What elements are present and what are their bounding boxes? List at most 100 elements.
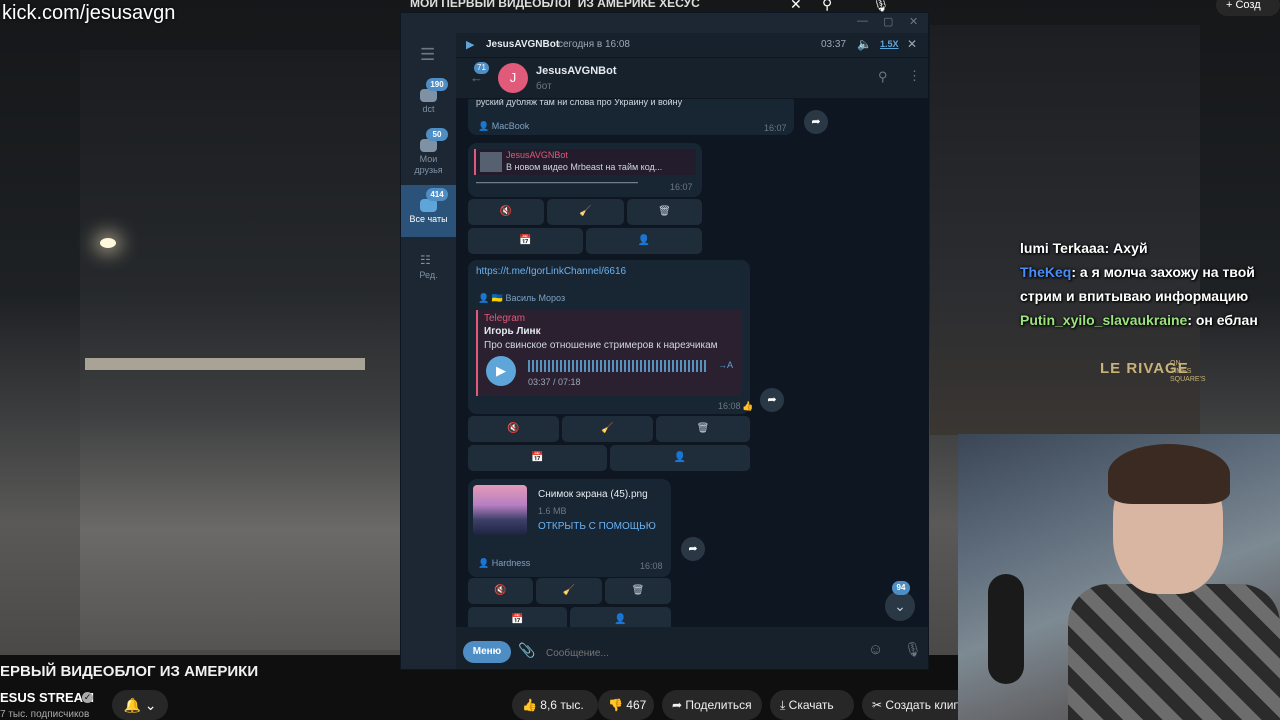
forward-button[interactable]: ➦	[681, 537, 705, 561]
message-bubble[interactable]: JesusAVGNBot В новом видео Mrbeast на та…	[468, 143, 702, 197]
open-with-button[interactable]: ОТКРЫТЬ С ПОМОЩЬЮ	[538, 521, 656, 532]
bot-button-clean[interactable]: 🧹	[562, 416, 653, 442]
thumbs-down-icon: 👎	[608, 698, 623, 712]
folder-label: Все чаты	[409, 214, 448, 224]
street-lamp	[100, 238, 116, 248]
verified-icon: ✓	[82, 692, 93, 703]
bot-button-delete[interactable]: 🗑	[627, 199, 702, 225]
bot-button-delete[interactable]: 🗑	[656, 416, 750, 442]
window-close-icon[interactable]: ✕	[909, 15, 918, 28]
chat-user: lumi Terkaaa	[1020, 240, 1105, 256]
transcribe-button[interactable]: →A	[718, 360, 733, 370]
stream-channel-url: kick.com/jesusavgn	[2, 2, 176, 24]
microphone-icon[interactable]: 🎙	[904, 641, 922, 658]
bot-button-calendar[interactable]: 📅	[468, 445, 607, 471]
message-text: ——————————————————	[476, 177, 638, 187]
stream-video-building: LE RIVAGE ON TIMES SQUARE'S	[930, 25, 1206, 435]
maximize-icon[interactable]: ▢	[883, 15, 893, 28]
bot-button-user[interactable]: 👤	[570, 607, 671, 627]
message-list: руский дубляж там ни слова про Украину и…	[456, 99, 928, 627]
chat-message: Putin_xyilo_slavaukraine: он еблан	[1020, 308, 1260, 332]
folder-edit[interactable]: ☷ Ред.	[401, 241, 456, 291]
bot-button-calendar[interactable]: 📅	[468, 228, 583, 254]
folder-label: Ред.	[419, 270, 438, 280]
download-button[interactable]: ⤓ Скачать	[770, 690, 854, 720]
message-bubble[interactable]: Снимок экрана (45).png 1.6 MB ОТКРЫТЬ С …	[468, 479, 671, 577]
audio-waveform[interactable]	[528, 360, 708, 372]
bot-button-calendar[interactable]: 📅	[468, 607, 567, 627]
message-signature: 👤 Hardness	[478, 558, 530, 569]
folder-all-chats[interactable]: 414 Все чаты	[401, 185, 456, 237]
yt-create-button[interactable]: + Созд	[1216, 0, 1280, 16]
reply-preview[interactable]: JesusAVGNBot В новом видео Mrbeast на та…	[474, 149, 696, 175]
bot-button-delete[interactable]: 🗑	[605, 578, 671, 604]
message-bubble[interactable]: https://t.me/IgorLinkChannel/6616 👤 🇺🇦 В…	[468, 260, 753, 414]
bot-menu-button[interactable]: Меню	[463, 641, 511, 663]
message-input-bar: Меню 📎 ☺ 🎙	[456, 635, 928, 669]
bot-button-user[interactable]: 👤	[586, 228, 702, 254]
bot-button-clean[interactable]: 🧹	[547, 199, 624, 225]
message-link[interactable]: https://t.me/IgorLinkChannel/6616	[476, 266, 626, 277]
like-button[interactable]: 👍 8,6 тыс.	[512, 690, 598, 720]
clip-label: Создать клип	[885, 698, 958, 712]
file-thumbnail[interactable]	[473, 485, 527, 535]
message-time: 16:08	[718, 401, 741, 411]
notification-bell-button[interactable]: 🔔 ⌄	[112, 690, 168, 720]
emoji-icon[interactable]: ☺	[868, 641, 883, 658]
close-player-icon[interactable]: ✕	[907, 37, 917, 51]
forward-button[interactable]: ➦	[760, 388, 784, 412]
search-icon[interactable]: ⚲	[878, 69, 888, 85]
hamburger-menu-icon[interactable]: ☰	[420, 45, 435, 65]
play-icon[interactable]: ▶	[466, 38, 474, 51]
street-fence	[85, 358, 365, 370]
folder-badge: 414	[426, 188, 448, 201]
webcam-feed	[958, 434, 1280, 720]
yt-subscriber-count: 7 тыс. подписчиков	[0, 709, 90, 720]
message-bubble[interactable]: руский дубляж там ни слова про Украину и…	[468, 99, 794, 135]
file-name: Снимок экрана (45).png	[538, 489, 648, 500]
bot-button-mute[interactable]: 🔇	[468, 416, 559, 442]
yt-create-label: Созд	[1235, 0, 1261, 11]
create-clip-button[interactable]: ✂ Создать клип	[862, 690, 958, 720]
scroll-down-button[interactable]: ⌄	[885, 591, 915, 621]
bot-button-clean[interactable]: 🧹	[536, 578, 602, 604]
message-signature: 👤 🇺🇦 Василь Мороз	[478, 293, 565, 304]
store-sign-sub: ON TIMES SQUARE'S	[1170, 360, 1206, 383]
chat-title[interactable]: JesusAVGNBot	[536, 65, 616, 77]
paperclip-icon[interactable]: 📎	[518, 642, 535, 659]
file-size: 1.6 MB	[538, 506, 567, 516]
volume-icon[interactable]: 🔈	[857, 37, 872, 51]
ukraine-flag-icon: 🇺🇦	[491, 293, 503, 303]
audio-time: 03:37 / 07:18	[528, 377, 581, 387]
bot-button-mute[interactable]: 🔇	[468, 578, 533, 604]
minimize-icon[interactable]: —	[857, 15, 868, 27]
folder-dct[interactable]: 190 dct	[401, 75, 456, 125]
chat-status: бот	[536, 81, 552, 92]
link-preview[interactable]: Telegram Игорь Линк Про свинское отношен…	[476, 310, 742, 396]
folder-label: Мои друзья	[414, 154, 443, 175]
message-input[interactable]	[544, 641, 848, 665]
sliders-icon: ☷	[420, 253, 431, 267]
preview-description: Про свинское отношение стримеров к нарез…	[484, 340, 718, 351]
thumbs-up-reaction-icon[interactable]: 👍	[742, 401, 753, 412]
yt-top-title: МОЙ ПЕРВЫЙ ВИДЕОБЛОГ ИЗ АМЕРИКЕ ХЕСУС	[410, 0, 700, 10]
more-options-icon[interactable]: ⋮	[908, 68, 921, 84]
avatar[interactable]: J	[498, 63, 528, 93]
audio-play-button[interactable]: ▶	[486, 356, 516, 386]
bot-button-mute[interactable]: 🔇	[468, 199, 544, 225]
stream-video-street	[80, 50, 410, 650]
preview-source: Telegram	[484, 313, 526, 324]
download-label: Скачать	[788, 698, 834, 712]
share-icon: ➦	[672, 698, 683, 712]
chat-message: TheKeq: а я молча захожу на твой стрим и…	[1020, 260, 1260, 308]
forward-button[interactable]: ➦	[804, 110, 828, 134]
chat-message: lumi Terkaaa: Ахуй	[1020, 236, 1260, 260]
share-button[interactable]: ➦ Поделиться	[662, 690, 762, 720]
playback-speed[interactable]: 1.5X	[880, 39, 899, 49]
bot-button-user[interactable]: 👤	[610, 445, 750, 471]
message-signature: 👤 MacBook	[478, 121, 529, 132]
yt-channel-name[interactable]: ESUS STREAM	[0, 690, 94, 705]
folder-friends[interactable]: 50 Мои друзья	[401, 125, 456, 181]
dislike-button[interactable]: 👎 467	[598, 690, 654, 720]
bell-icon: 🔔	[123, 697, 141, 713]
